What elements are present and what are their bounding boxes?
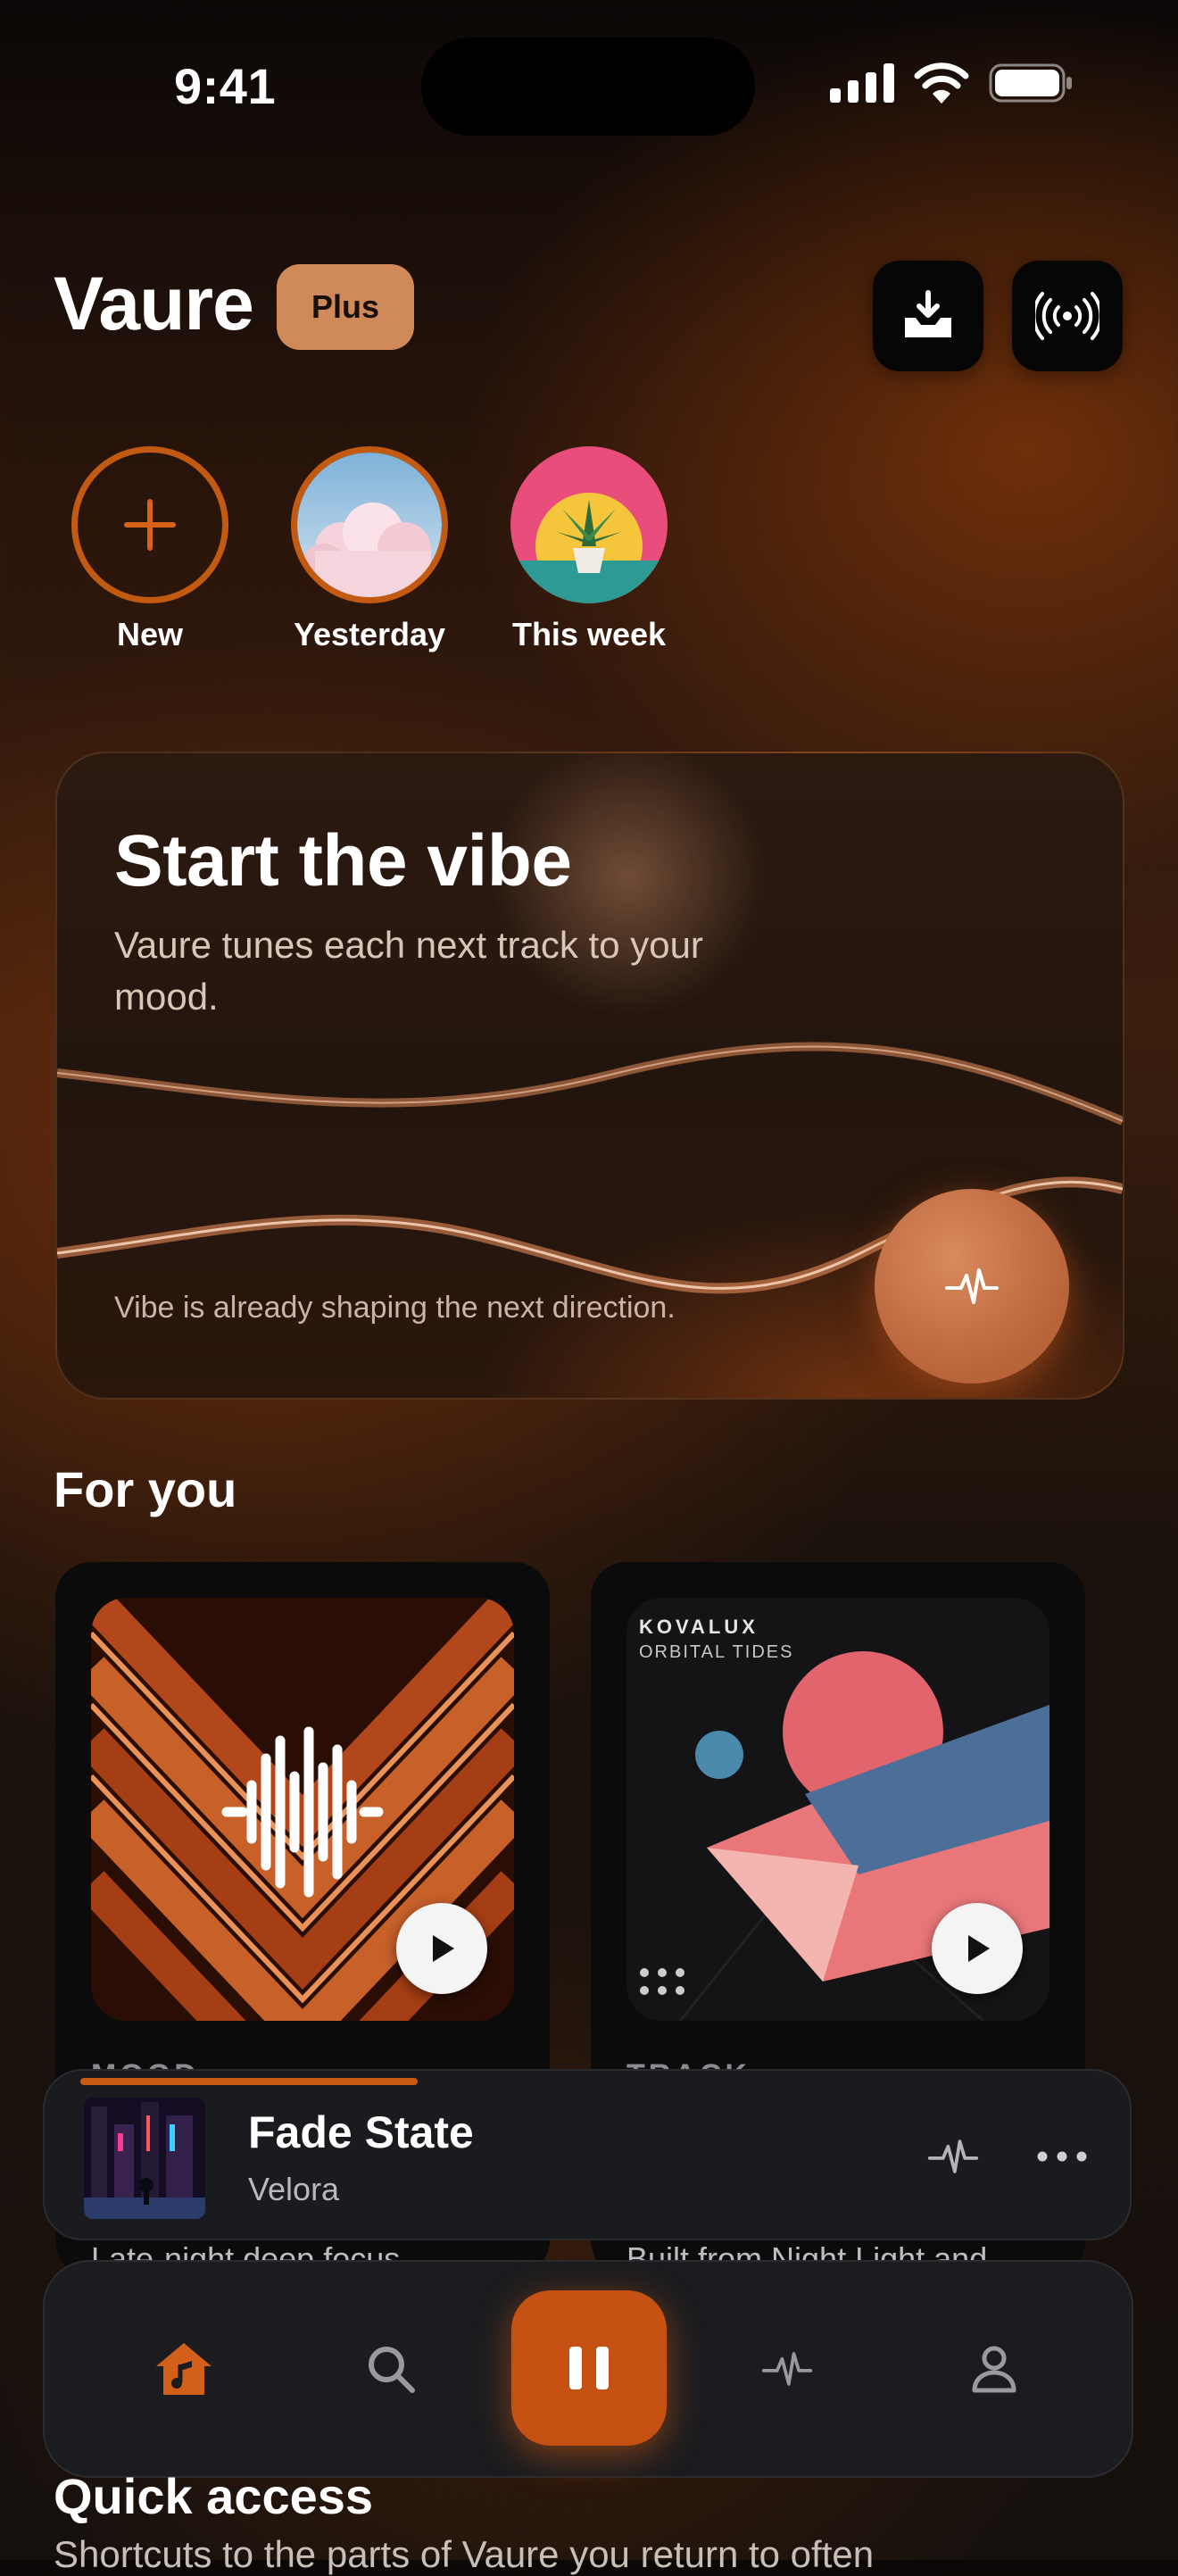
story-ring — [71, 446, 228, 603]
person-icon — [972, 2346, 1016, 2393]
play-pause-button[interactable] — [511, 2290, 667, 2446]
battery-icon — [989, 63, 1072, 103]
plus-icon — [124, 499, 176, 551]
tab-bar — [43, 2260, 1133, 2478]
for-you-title: For you — [54, 1461, 237, 1517]
track-artwork: KOVALUX ORBITAL TIDES — [626, 1598, 1049, 2021]
plus-badge[interactable]: Plus — [277, 264, 414, 350]
tab-vibe[interactable] — [742, 2324, 832, 2414]
status-time: 9:41 — [174, 58, 277, 114]
search-icon — [369, 2347, 415, 2393]
now-playing-bar[interactable]: Fade State Velora — [43, 2069, 1132, 2240]
play-button[interactable] — [396, 1903, 487, 1994]
play-button[interactable] — [932, 1903, 1023, 1994]
wifi-icon — [914, 62, 969, 104]
tab-search[interactable] — [346, 2324, 436, 2414]
playback-progress[interactable] — [80, 2078, 418, 2085]
pause-icon — [569, 2347, 609, 2389]
vibe-button[interactable] — [917, 2121, 989, 2192]
downloads-button[interactable] — [873, 261, 983, 371]
art-title: ORBITAL TIDES — [639, 1642, 794, 1662]
cactus-artwork — [510, 446, 668, 603]
now-playing-title: Fade State — [248, 2107, 474, 2157]
quick-access-title: Quick access — [54, 2468, 374, 2524]
tab-profile[interactable] — [950, 2324, 1039, 2414]
tab-home[interactable] — [139, 2324, 228, 2414]
dynamic-island — [421, 37, 755, 136]
vibe-card[interactable]: Start the vibe Vaure tunes each next tra… — [55, 752, 1124, 1400]
story-new[interactable]: New — [70, 446, 230, 653]
story-label: Yesterday — [293, 616, 446, 652]
app-title: Vaure — [54, 262, 254, 345]
home-music-icon — [156, 2343, 212, 2395]
clouds-artwork — [297, 453, 442, 597]
story-yesterday[interactable]: Yesterday — [289, 446, 450, 653]
story-ring — [291, 446, 448, 603]
play-icon — [968, 1935, 990, 1962]
mood-artwork — [91, 1598, 514, 2021]
vibe-subtitle: Vaure tunes each next track to your mood… — [114, 924, 703, 1018]
vibe-start-button[interactable] — [875, 1189, 1069, 1384]
story-label: New — [116, 616, 184, 652]
story-ring — [510, 446, 668, 603]
story-this-week[interactable]: This week — [509, 446, 669, 653]
broadcast-icon — [1035, 292, 1099, 340]
pulse-icon — [927, 2140, 979, 2173]
status-icons — [830, 62, 1073, 104]
download-tray-icon — [905, 290, 951, 337]
play-icon — [433, 1935, 454, 1962]
now-playing-artwork — [84, 2098, 205, 2219]
art-brand: KOVALUX — [639, 1616, 759, 1638]
now-playing-artist: Velora — [248, 2171, 340, 2207]
broadcast-button[interactable] — [1012, 261, 1123, 371]
quick-access-subtitle: Shortcuts to the parts of Vaure you retu… — [54, 2533, 875, 2575]
more-icon — [1037, 2151, 1087, 2162]
vibe-title: Start the vibe — [114, 820, 572, 902]
vibe-footer: Vibe is already shaping the next directi… — [114, 1291, 676, 1325]
pulse-icon — [945, 1268, 999, 1304]
pulse-icon — [761, 2352, 813, 2386]
city-artwork — [84, 2098, 205, 2219]
story-label: This week — [511, 616, 667, 652]
signal-icon — [830, 63, 894, 103]
more-button[interactable] — [1026, 2121, 1098, 2192]
